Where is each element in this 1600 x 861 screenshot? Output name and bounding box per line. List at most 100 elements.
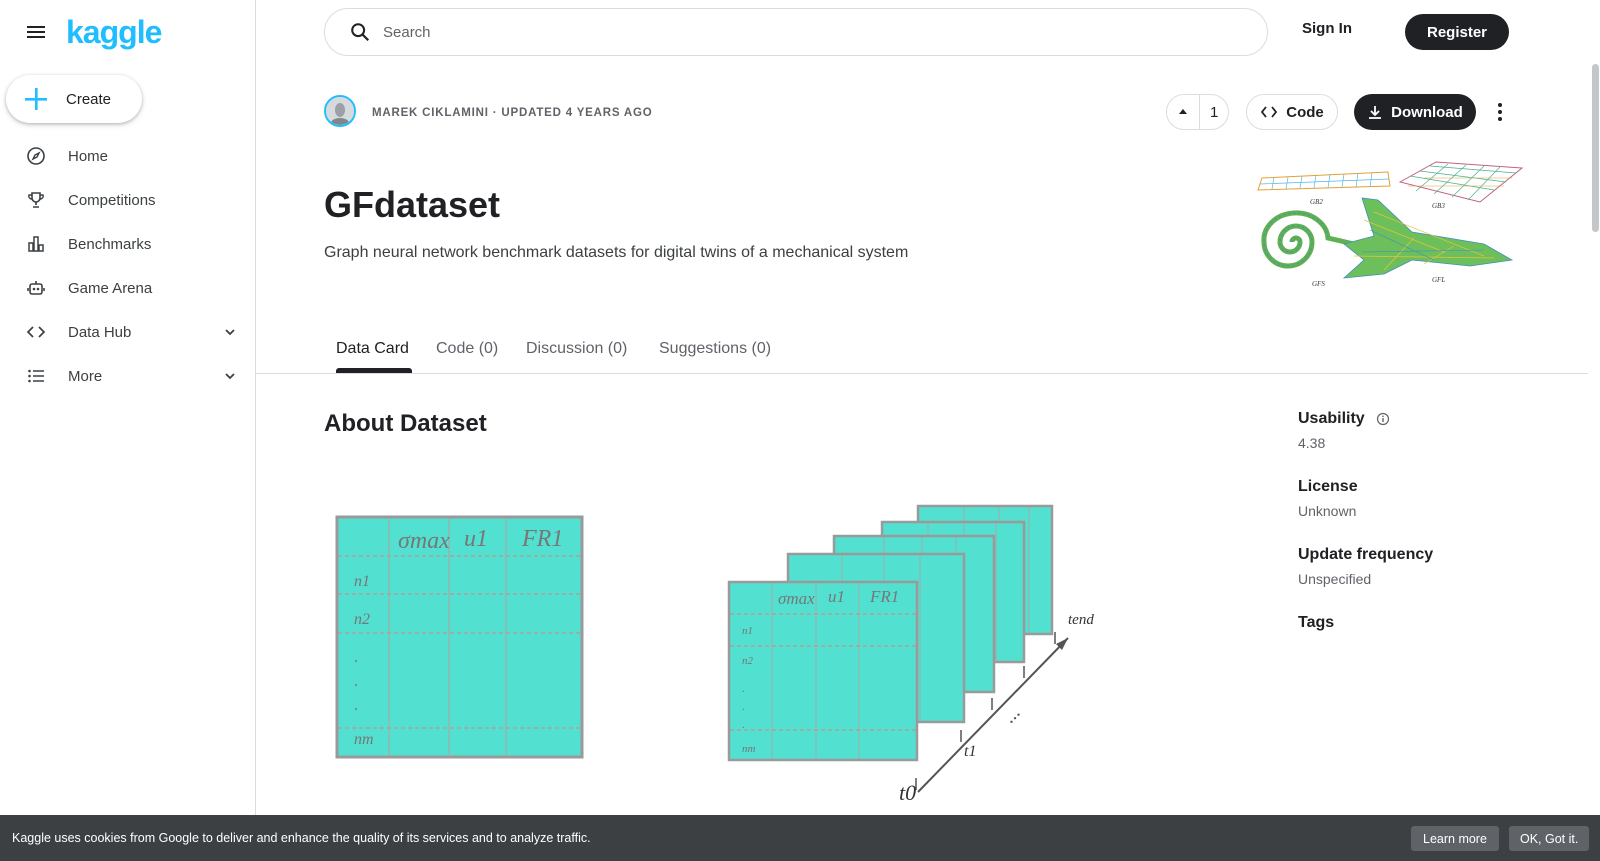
mesh-spiral	[1261, 210, 1355, 269]
row-label: .	[354, 697, 358, 714]
axis-label: t0	[899, 780, 916, 805]
sidebar-item-label: Benchmarks	[68, 235, 152, 253]
dataset-tabs: Data Card Code (0) Discussion (0) Sugges…	[256, 328, 1588, 374]
usability-value: 4.38	[1298, 435, 1326, 451]
row-label: n2	[742, 655, 754, 667]
sidebar-item-home[interactable]: Home	[0, 134, 255, 178]
code-button[interactable]: Code	[1246, 94, 1338, 130]
tab-data-card[interactable]: Data Card	[336, 340, 409, 358]
sidebar-item-label: Data Hub	[68, 323, 132, 341]
axis-label: tend	[1068, 612, 1094, 628]
table-header: u1	[464, 526, 488, 552]
update-frequency-value: Unspecified	[1298, 571, 1372, 587]
search-input[interactable]	[383, 23, 1203, 41]
tab-discussion[interactable]: Discussion (0)	[526, 340, 627, 358]
sidebar-item-benchmarks[interactable]: Benchmarks	[0, 222, 255, 266]
axis-label: t1	[964, 743, 976, 760]
tab-code[interactable]: Code (0)	[436, 340, 498, 358]
about-dataset-heading: About Dataset	[324, 410, 487, 437]
cover-label: GFS	[1312, 280, 1325, 288]
table-header: u1	[828, 587, 845, 606]
sidebar-item-game-arena[interactable]: Game Arena	[0, 266, 255, 310]
cover-label: GB2	[1310, 198, 1323, 206]
info-icon[interactable]	[1376, 412, 1390, 426]
sidebar-item-label: Game Arena	[68, 279, 153, 297]
tab-suggestions[interactable]: Suggestions (0)	[659, 340, 771, 358]
row-label: n1	[742, 625, 753, 637]
register-button[interactable]: Register	[1405, 14, 1509, 50]
scrollbar-thumb[interactable]	[1592, 64, 1599, 232]
row-label: n1	[354, 573, 370, 590]
table-header: σmax	[398, 528, 450, 554]
update-frequency-heading: Update frequency	[1298, 546, 1434, 563]
hamburger-menu-icon[interactable]	[24, 20, 48, 44]
dataset-subtitle: Graph neural network benchmark datasets …	[324, 244, 909, 261]
cover-label: GB3	[1432, 202, 1445, 210]
avatar[interactable]	[324, 95, 356, 127]
chevron-down-icon[interactable]	[222, 324, 238, 340]
create-button[interactable]: Create	[6, 75, 142, 123]
caret-up-icon	[1179, 109, 1188, 114]
row-label: .	[354, 649, 358, 666]
sidebar-item-more[interactable]: More	[0, 354, 255, 398]
row-label: nm	[354, 731, 374, 748]
vote-count: 1	[1210, 103, 1219, 121]
cover-label: GFL	[1432, 276, 1445, 284]
sidebar-item-data-hub[interactable]: Data Hub	[0, 310, 255, 354]
row-label: .	[354, 673, 358, 690]
figure-node-table: σmax u1 FR1 n1 n2 . . . nm	[335, 515, 584, 759]
plus-icon	[25, 88, 47, 110]
code-button-label: Code	[1286, 103, 1324, 121]
mesh-airplane	[1342, 197, 1514, 279]
row-label: .	[742, 701, 745, 713]
row-label: nm	[742, 743, 756, 755]
avatar-image	[326, 97, 354, 125]
robot-icon	[25, 277, 47, 299]
figure-stack: σmax u1 FR1 n1 n2 . . . nm	[727, 504, 1054, 762]
compass-icon	[25, 145, 47, 167]
usability-heading: Usability	[1298, 410, 1365, 427]
download-icon	[1369, 106, 1382, 119]
upvote-button[interactable]	[1167, 95, 1201, 129]
download-button[interactable]: Download	[1354, 94, 1476, 130]
table-header: σmax	[778, 589, 815, 608]
mesh-plate-gb3	[1398, 161, 1524, 203]
mesh-plate-gb2	[1257, 171, 1391, 191]
row-label: .	[742, 719, 745, 731]
sign-in-link[interactable]: Sign In	[1302, 20, 1352, 37]
table-header: FR1	[521, 526, 563, 552]
dataset-figure: σmax u1 FR1 n1 n2 . . . nm σmax u1 FR1 n…	[335, 504, 1094, 805]
list-icon	[25, 365, 47, 387]
table-header: FR1	[869, 587, 899, 606]
search-bar[interactable]	[324, 8, 1268, 56]
search-icon	[351, 23, 370, 42]
trophy-icon	[25, 189, 47, 211]
sidebar-item-label: More	[68, 367, 103, 385]
cookie-message: Kaggle uses cookies from Google to deliv…	[12, 831, 591, 845]
active-tab-indicator	[336, 368, 412, 373]
code-brackets-icon	[1261, 106, 1278, 118]
row-label: n2	[354, 611, 370, 628]
chevron-down-icon[interactable]	[222, 368, 238, 384]
row-label: .	[742, 683, 745, 695]
license-heading: License	[1298, 478, 1358, 495]
cookie-ok-button[interactable]: OK, Got it.	[1509, 826, 1590, 851]
dataset-title: GFdataset	[324, 184, 501, 225]
download-button-label: Download	[1391, 103, 1463, 121]
create-button-label: Create	[66, 90, 112, 108]
cookie-banner: Kaggle uses cookies from Google to deliv…	[0, 815, 1600, 861]
sidebar-item-competitions[interactable]: Competitions	[0, 178, 255, 222]
code-brackets-icon	[25, 321, 47, 343]
dataset-cover-image: GB2 GB3 GFS GFL	[1257, 161, 1524, 288]
license-value: Unknown	[1298, 503, 1357, 519]
learn-more-button[interactable]: Learn more	[1411, 826, 1499, 851]
bar-chart-icon	[25, 233, 47, 255]
sidebar-item-label: Competitions	[68, 191, 156, 209]
kaggle-logo[interactable]: kaggle	[66, 14, 162, 51]
dataset-byline: MAREK CIKLAMINI · UPDATED 4 YEARS AGO	[372, 107, 653, 119]
more-vertical-icon[interactable]	[1488, 100, 1512, 124]
upvote-widget: 1	[1166, 94, 1229, 130]
sidebar-item-label: Home	[68, 147, 109, 165]
tags-heading: Tags	[1298, 614, 1335, 631]
sidebar: kaggle Create Home Competitions Benchmar…	[0, 0, 256, 861]
